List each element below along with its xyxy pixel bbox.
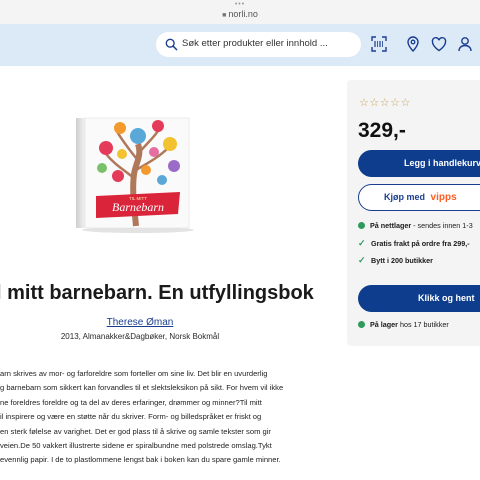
checkmark-icon: ✓ <box>358 255 366 265</box>
location-pin-icon[interactable] <box>404 35 422 53</box>
product-meta: 2013, Almanakker&Dagbøker, Norsk Bokmål <box>60 332 220 341</box>
user-icon[interactable] <box>456 35 474 53</box>
in-stock-dot-icon <box>358 222 365 229</box>
exchange-label: Bytt i 200 butikker <box>371 256 433 265</box>
heart-icon[interactable] <box>430 35 448 53</box>
browser-bar: ••• ■ norli.no <box>0 0 480 24</box>
description-line: arn skrives av mor- og farforeldre som f… <box>0 369 268 378</box>
rating-stars[interactable]: ☆☆☆☆☆ <box>359 96 411 109</box>
online-stock-label: På nettlager <box>370 221 412 230</box>
url-text: norli.no <box>228 9 258 19</box>
in-stock-dot-icon <box>358 321 365 328</box>
online-stock-status: På nettlager - sendes innen 1-3 <box>358 221 473 230</box>
store-stock-label: På lager <box>370 320 398 329</box>
store-stock-detail: hos 17 butikker <box>399 320 449 329</box>
lock-icon: ■ <box>222 12 227 19</box>
add-to-cart-button[interactable]: Legg i handlekurv <box>358 150 480 177</box>
description-line: evennlig papir. I de to plastlommene len… <box>0 455 281 465</box>
checkmark-icon: ✓ <box>358 238 366 248</box>
vipps-label: Kjøp med <box>384 192 426 202</box>
buy-panel: ☆☆☆☆☆ 329,- Legg i handlekurv Kjøp med v… <box>347 80 480 346</box>
author-link[interactable]: Therese Øman <box>0 317 280 328</box>
barcode-scanner-icon[interactable] <box>370 35 388 53</box>
description-line: g barnebarn som sikkert kan forvandles t… <box>0 383 284 393</box>
free-shipping-info: ✓ Gratis frakt på ordre fra 299,- <box>358 238 470 249</box>
browser-menu-dots[interactable]: ••• <box>0 1 480 8</box>
free-shipping-label: Gratis frakt på ordre fra 299,- <box>371 239 470 248</box>
exchange-info: ✓ Bytt i 200 butikker <box>358 255 433 266</box>
store-stock-status: På lager hos 17 butikker <box>358 320 449 329</box>
search-icon <box>165 38 178 51</box>
buy-with-vipps-button[interactable]: Kjøp med vipps <box>358 184 480 211</box>
site-header: Søk etter produkter eller innhold ... <box>0 24 480 66</box>
vipps-logo: vipps <box>430 192 457 203</box>
description-line: en sterk følelse av varighet. Det er god… <box>0 426 271 436</box>
description-line: ne foreldres foreldre og ta del av deres… <box>0 397 262 407</box>
product-cover-image[interactable]: TIL MITT Barnebarn <box>76 114 198 234</box>
description-line: il inspirere og være en støtte når du sk… <box>0 412 262 422</box>
product-title: l mitt barnebarn. En utfyllingsbok <box>0 282 314 304</box>
price: 329,- <box>358 119 406 142</box>
cover-title: Barnebarn <box>112 200 164 214</box>
click-and-collect-button[interactable]: Klikk og hent <box>358 285 480 312</box>
online-stock-detail: - sendes innen 1-3 <box>413 221 473 230</box>
search-placeholder: Søk etter produkter eller innhold ... <box>182 38 328 49</box>
description-line: veien.De 50 vakkert illustrerte sidene e… <box>0 441 272 451</box>
product-description: arn skrives av mor- og farforeldre som f… <box>0 367 332 468</box>
browser-url[interactable]: ■ norli.no <box>0 9 480 19</box>
search-input[interactable]: Søk etter produkter eller innhold ... <box>156 32 361 57</box>
